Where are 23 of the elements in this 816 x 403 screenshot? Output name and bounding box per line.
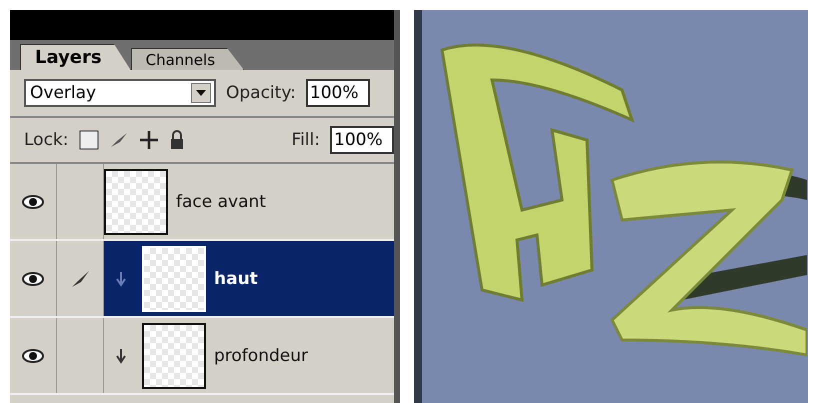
move-icon[interactable] — [138, 130, 158, 150]
eye-icon[interactable] — [22, 194, 44, 208]
layer-thumbnail — [104, 168, 168, 234]
blend-mode-dropdown[interactable]: Overlay — [24, 79, 216, 107]
opacity-field[interactable]: 100% — [306, 79, 370, 107]
layer-name: haut — [214, 268, 258, 288]
fill-field[interactable]: 100% — [330, 126, 394, 154]
lock-icon[interactable] — [168, 130, 184, 150]
layer-thumbnail — [142, 322, 206, 388]
eye-icon[interactable] — [22, 272, 44, 286]
fill-label: Fill: — [292, 130, 320, 150]
lock-transparency-icon[interactable] — [78, 130, 98, 150]
opacity-label: Opacity: — [226, 83, 296, 103]
layer-row[interactable]: haut — [10, 241, 394, 318]
layer-row[interactable]: face avant — [10, 164, 394, 241]
layer-thumbnail — [142, 246, 206, 312]
layer-name: profondeur — [214, 346, 308, 366]
eye-icon[interactable] — [22, 348, 44, 362]
panel-tab[interactable]: Layers — [20, 44, 131, 70]
lock-label: Lock: — [24, 130, 68, 150]
layer-name: face avant — [176, 192, 266, 212]
layer-row[interactable]: profondeur — [10, 318, 394, 395]
panel-tab[interactable]: Channels — [130, 48, 244, 70]
